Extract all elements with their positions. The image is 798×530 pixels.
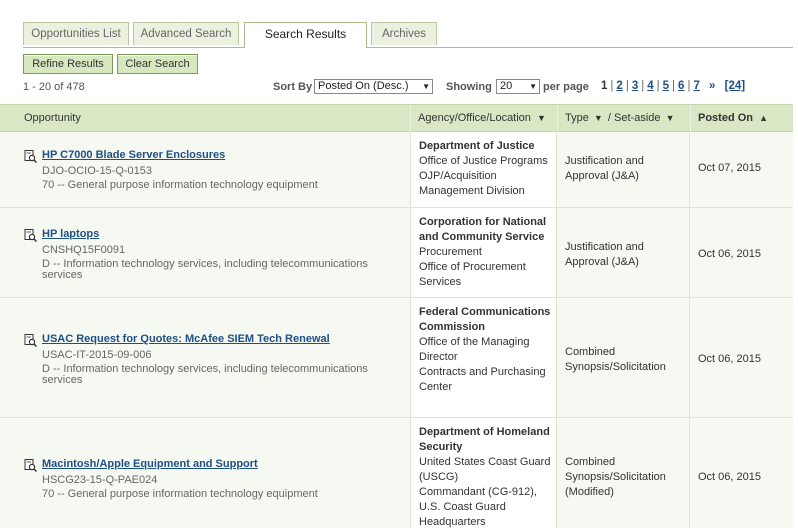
solicitation-number: CNSHQ15F0091 <box>42 244 126 256</box>
column-posted-label: Posted On <box>698 112 754 124</box>
refine-results-button[interactable]: Refine Results <box>23 54 113 74</box>
clear-search-button[interactable]: Clear Search <box>117 54 198 74</box>
agency-name: Federal Communications Commission <box>419 306 551 333</box>
notice-type: Justification and Approval (J&A) <box>565 241 644 268</box>
location-name: Office of Procurement Services <box>419 261 526 288</box>
showing-label: Showing <box>446 81 492 93</box>
notice-type: Combined Synopsis/Solicitation <box>565 346 666 373</box>
agency-info: Department of Justice Office of Justice … <box>419 139 555 199</box>
page-link-7[interactable]: 7 <box>693 80 699 92</box>
page-link-2[interactable]: 2 <box>616 80 622 92</box>
pagination: 1 | 2 | 3 | 4 | 5 | 6 | 7 » [24] <box>601 80 746 92</box>
agency-info: Federal Communications Commission Office… <box>419 305 555 395</box>
office-name: Office of Justice Programs <box>419 155 548 167</box>
tab-archives[interactable]: Archives <box>371 22 437 45</box>
column-opportunity: Opportunity <box>24 112 81 124</box>
sort-down-icon: ▼ <box>593 113 603 123</box>
posted-date: Oct 06, 2015 <box>698 353 761 365</box>
document-search-icon <box>24 150 37 163</box>
posted-date: Oct 07, 2015 <box>698 162 761 174</box>
results-range: 1 - 20 of 478 <box>23 81 85 93</box>
table-row: Macintosh/Apple Equipment and Support HS… <box>0 418 793 528</box>
classification-code: D -- Information technology services, in… <box>42 363 368 386</box>
office-name: United States Coast Guard (USCG) <box>419 456 551 483</box>
classification-code: 70 -- General purpose information techno… <box>42 179 318 191</box>
chevron-down-icon: ▼ <box>422 82 430 91</box>
agency-name: Department of Homeland Security <box>419 426 550 453</box>
office-name: Office of the Managing Director <box>419 336 530 363</box>
opportunity-link[interactable]: Macintosh/Apple Equipment and Support <box>42 458 258 470</box>
solicitation-number: HSCG23-15-Q-PAE024 <box>42 474 158 486</box>
notice-type: Justification and Approval (J&A) <box>565 155 644 182</box>
opportunity-link[interactable]: HP laptops <box>42 228 99 240</box>
last-page-link[interactable]: [24] <box>725 80 745 92</box>
sort-down-icon: ▼ <box>665 113 675 123</box>
column-separator: / <box>607 112 611 124</box>
column-agency[interactable]: Agency/Office/Location ▼ <box>418 105 546 132</box>
sort-up-icon: ▲ <box>759 113 768 123</box>
tab-bar: Opportunities List Advanced Search Searc… <box>23 22 793 48</box>
office-name: Procurement <box>419 246 482 258</box>
per-page-label: per page <box>543 81 589 93</box>
location-name: Contracts and Purchasing Center <box>419 366 546 393</box>
table-row: USAC Request for Quotes: McAfee SIEM Tec… <box>0 298 793 418</box>
table-row: HP laptops CNSHQ15F0091 D -- Information… <box>0 208 793 298</box>
agency-name: Corporation for National and Community S… <box>419 216 547 243</box>
table-row: HP C7000 Blade Server Enclosures DJO-OCI… <box>0 132 793 208</box>
posted-date: Oct 06, 2015 <box>698 471 761 483</box>
document-search-icon <box>24 334 37 347</box>
posted-date: Oct 06, 2015 <box>698 248 761 260</box>
table-header: Opportunity Agency/Office/Location ▼ Typ… <box>0 104 793 132</box>
chevron-down-icon: ▼ <box>529 82 537 91</box>
sort-by-value: Posted On (Desc.) <box>318 80 409 92</box>
agency-name: Department of Justice <box>419 140 535 152</box>
notice-type: Combined Synopsis/Solicitation (Modified… <box>565 456 666 498</box>
opportunity-link[interactable]: USAC Request for Quotes: McAfee SIEM Tec… <box>42 333 330 345</box>
sort-by-label: Sort By <box>273 81 313 93</box>
per-page-value: 20 <box>500 80 513 92</box>
agency-info: Corporation for National and Community S… <box>419 215 555 290</box>
column-posted-on[interactable]: Posted On ▲ <box>698 105 768 132</box>
classification-code: 70 -- General purpose information techno… <box>42 488 318 500</box>
per-page-select[interactable]: 20 ▼ <box>496 79 540 94</box>
classification-code: D -- Information technology services, in… <box>42 258 368 281</box>
solicitation-number: USAC-IT-2015-09-006 <box>42 349 152 361</box>
page-link-4[interactable]: 4 <box>647 80 653 92</box>
tab-search-results[interactable]: Search Results <box>244 22 367 48</box>
location-name: OJP/Acquisition Management Division <box>419 170 525 197</box>
location-name: Commandant (CG-912), U.S. Coast Guard He… <box>419 486 537 528</box>
sort-by-select[interactable]: Posted On (Desc.) ▼ <box>314 79 433 94</box>
solicitation-number: DJO-OCIO-15-Q-0153 <box>42 165 153 177</box>
column-type[interactable]: Type ▼ / Set-aside ▼ <box>565 105 675 132</box>
opportunity-link[interactable]: HP C7000 Blade Server Enclosures <box>42 149 225 161</box>
document-search-icon <box>24 229 37 242</box>
tab-advanced-search[interactable]: Advanced Search <box>133 22 239 45</box>
agency-info: Department of Homeland Security United S… <box>419 425 555 530</box>
column-agency-label: Agency/Office/Location <box>418 112 531 124</box>
tab-opportunities-list[interactable]: Opportunities List <box>23 22 129 45</box>
column-type-label: Type <box>565 112 589 124</box>
column-setaside-label: Set-aside <box>614 112 661 124</box>
sort-down-icon: ▼ <box>536 113 546 123</box>
document-search-icon <box>24 459 37 472</box>
